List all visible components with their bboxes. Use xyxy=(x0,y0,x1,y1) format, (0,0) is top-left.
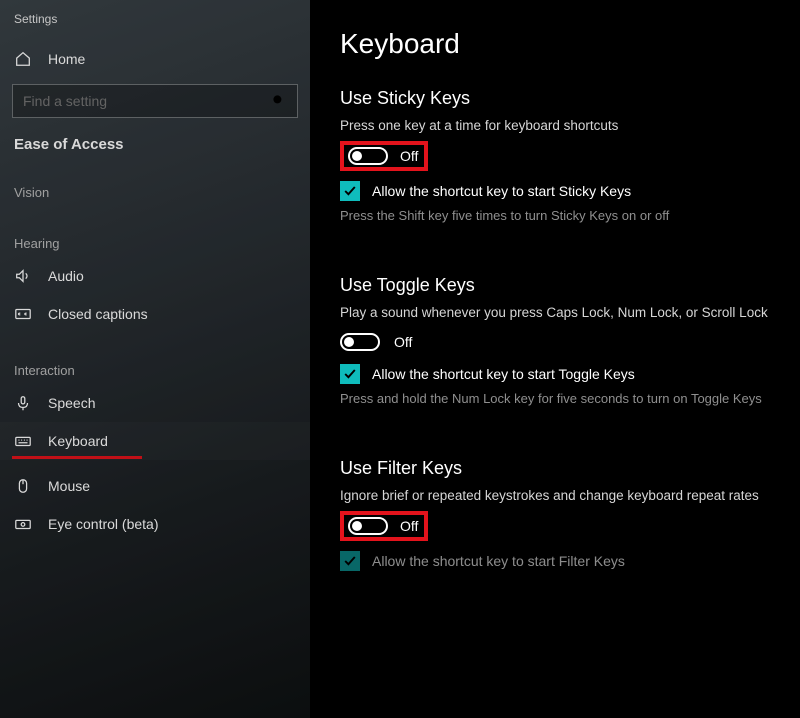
highlight-box-filter: Off xyxy=(340,511,428,541)
group-interaction: Interaction xyxy=(0,333,310,384)
nav-mouse-label: Mouse xyxy=(48,478,90,494)
keyboard-icon xyxy=(14,432,32,450)
filter-toggle-label: Off xyxy=(400,518,418,534)
home-icon xyxy=(14,50,32,68)
sticky-checkbox[interactable] xyxy=(340,181,360,201)
content-pane: Keyboard Use Sticky Keys Press one key a… xyxy=(310,0,800,718)
nav-speech-label: Speech xyxy=(48,395,95,411)
togglekeys-desc: Play a sound whenever you press Caps Loc… xyxy=(340,304,770,322)
eye-icon xyxy=(14,515,32,533)
nav-eye-control[interactable]: Eye control (beta) xyxy=(0,505,310,543)
sticky-hint: Press the Shift key five times to turn S… xyxy=(340,207,770,225)
closed-captions-icon xyxy=(14,305,32,323)
sticky-desc: Press one key at a time for keyboard sho… xyxy=(340,117,770,135)
group-vision: Vision xyxy=(0,167,310,206)
nav-home-label: Home xyxy=(48,51,85,67)
nav-closed-captions[interactable]: Closed captions xyxy=(0,295,310,333)
audio-icon xyxy=(14,267,32,285)
group-hearing: Hearing xyxy=(0,206,310,257)
nav-keyboard[interactable]: Keyboard xyxy=(0,422,310,460)
togglekeys-check-label: Allow the shortcut key to start Toggle K… xyxy=(372,366,635,382)
togglekeys-toggle-label: Off xyxy=(394,334,412,350)
filter-desc: Ignore brief or repeated keystrokes and … xyxy=(340,487,770,505)
sticky-toggle[interactable] xyxy=(348,147,388,165)
search-input-wrap[interactable] xyxy=(12,84,298,118)
nav-audio-label: Audio xyxy=(48,268,84,284)
section-title: Ease of Access xyxy=(0,136,310,167)
search-input[interactable] xyxy=(23,93,271,109)
filter-checkbox[interactable] xyxy=(340,551,360,571)
nav-cc-label: Closed captions xyxy=(48,306,148,322)
mic-icon xyxy=(14,394,32,412)
filter-cut-label: Allow the shortcut key to start Filter K… xyxy=(372,553,625,569)
nav-speech[interactable]: Speech xyxy=(0,384,310,422)
window-title: Settings xyxy=(0,8,310,40)
sticky-toggle-label: Off xyxy=(400,148,418,164)
highlight-box-sticky: Off xyxy=(340,141,428,171)
sticky-check-label: Allow the shortcut key to start Sticky K… xyxy=(372,183,631,199)
togglekeys-title: Use Toggle Keys xyxy=(340,275,770,296)
togglekeys-hint: Press and hold the Num Lock key for five… xyxy=(340,390,770,408)
togglekeys-toggle[interactable] xyxy=(340,333,380,351)
filter-title: Use Filter Keys xyxy=(340,458,770,479)
nav-audio[interactable]: Audio xyxy=(0,257,310,295)
active-underline xyxy=(12,456,142,459)
filter-toggle[interactable] xyxy=(348,517,388,535)
togglekeys-checkbox[interactable] xyxy=(340,364,360,384)
nav-keyboard-label: Keyboard xyxy=(48,433,108,449)
page-title: Keyboard xyxy=(340,28,770,60)
mouse-icon xyxy=(14,477,32,495)
nav-eye-label: Eye control (beta) xyxy=(48,516,159,532)
nav-home[interactable]: Home xyxy=(0,40,310,78)
nav-mouse[interactable]: Mouse xyxy=(0,467,310,505)
search-icon xyxy=(271,93,287,109)
sticky-title: Use Sticky Keys xyxy=(340,88,770,109)
sidebar: Settings Home Ease of Access Vision Hear… xyxy=(0,0,310,718)
